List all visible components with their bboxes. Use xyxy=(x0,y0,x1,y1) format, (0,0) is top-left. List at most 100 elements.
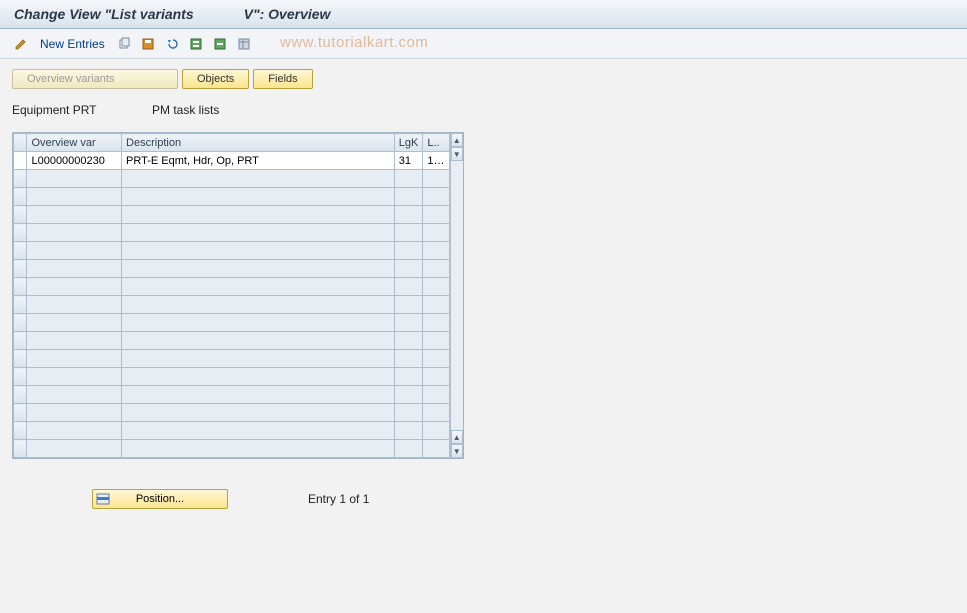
row-selector[interactable] xyxy=(14,296,27,314)
scroll-down-icon[interactable]: ▼ xyxy=(451,444,464,458)
cell-overview-var[interactable] xyxy=(27,422,122,440)
cell-l[interactable] xyxy=(423,386,449,404)
cell-overview-var[interactable] xyxy=(27,224,122,242)
table-vertical-scrollbar[interactable]: ▲ ▼ ▲ ▼ xyxy=(450,133,464,458)
cell-description[interactable] xyxy=(122,440,395,458)
table-row[interactable] xyxy=(14,278,450,296)
cell-lgk[interactable] xyxy=(394,386,423,404)
row-selector[interactable] xyxy=(14,314,27,332)
copy-icon[interactable] xyxy=(115,35,133,53)
cell-overview-var[interactable] xyxy=(27,386,122,404)
undo-icon[interactable] xyxy=(163,35,181,53)
cell-l[interactable] xyxy=(423,404,449,422)
deselect-all-icon[interactable] xyxy=(211,35,229,53)
layout-icon[interactable] xyxy=(235,35,253,53)
cell-overview-var[interactable] xyxy=(27,188,122,206)
cell-overview-var[interactable] xyxy=(27,314,122,332)
scroll-up-step-icon[interactable]: ▲ xyxy=(451,430,464,444)
cell-lgk[interactable] xyxy=(394,224,423,242)
row-selector[interactable] xyxy=(14,386,27,404)
cell-description[interactable] xyxy=(122,170,395,188)
table-row[interactable] xyxy=(14,314,450,332)
row-selector[interactable] xyxy=(14,206,27,224)
cell-l[interactable] xyxy=(423,278,449,296)
cell-description[interactable] xyxy=(122,350,395,368)
cell-description[interactable] xyxy=(122,332,395,350)
table-row[interactable] xyxy=(14,386,450,404)
cell-description[interactable] xyxy=(122,296,395,314)
cell-overview-var[interactable] xyxy=(27,332,122,350)
cell-l[interactable] xyxy=(423,314,449,332)
cell-overview-var[interactable] xyxy=(27,242,122,260)
row-selector[interactable] xyxy=(14,242,27,260)
cell-description[interactable] xyxy=(122,278,395,296)
cell-l[interactable] xyxy=(423,242,449,260)
cell-description[interactable] xyxy=(122,314,395,332)
save-icon[interactable] xyxy=(139,35,157,53)
cell-l[interactable] xyxy=(423,296,449,314)
cell-lgk[interactable] xyxy=(394,296,423,314)
table-row[interactable] xyxy=(14,188,450,206)
cell-description[interactable] xyxy=(122,188,395,206)
cell-overview-var[interactable]: L00000000230 xyxy=(27,152,122,170)
cell-lgk[interactable] xyxy=(394,314,423,332)
cell-lgk[interactable] xyxy=(394,188,423,206)
table-row[interactable] xyxy=(14,350,450,368)
scroll-track[interactable] xyxy=(451,161,464,430)
table-row[interactable] xyxy=(14,206,450,224)
pencil-icon[interactable] xyxy=(12,35,30,53)
table-row[interactable] xyxy=(14,296,450,314)
col-header-overview-var[interactable]: Overview var xyxy=(27,134,122,152)
cell-lgk[interactable] xyxy=(394,242,423,260)
cell-lgk[interactable] xyxy=(394,206,423,224)
cell-overview-var[interactable] xyxy=(27,170,122,188)
scroll-up-icon[interactable]: ▲ xyxy=(451,133,464,147)
row-selector[interactable] xyxy=(14,188,27,206)
cell-l[interactable] xyxy=(423,260,449,278)
table-row[interactable] xyxy=(14,404,450,422)
table-row[interactable] xyxy=(14,422,450,440)
cell-overview-var[interactable] xyxy=(27,350,122,368)
cell-l[interactable]: 1… xyxy=(423,152,449,170)
cell-l[interactable] xyxy=(423,350,449,368)
table-row[interactable] xyxy=(14,224,450,242)
cell-overview-var[interactable] xyxy=(27,260,122,278)
table-row[interactable] xyxy=(14,170,450,188)
select-all-icon[interactable] xyxy=(187,35,205,53)
col-header-description[interactable]: Description xyxy=(122,134,395,152)
cell-overview-var[interactable] xyxy=(27,296,122,314)
cell-description[interactable] xyxy=(122,368,395,386)
table-row[interactable]: L00000000230PRT-E Eqmt, Hdr, Op, PRT311… xyxy=(14,152,450,170)
cell-l[interactable] xyxy=(423,206,449,224)
row-selector[interactable] xyxy=(14,440,27,458)
table-row[interactable] xyxy=(14,242,450,260)
cell-lgk[interactable] xyxy=(394,350,423,368)
col-header-l[interactable]: L.. xyxy=(423,134,449,152)
cell-l[interactable] xyxy=(423,422,449,440)
table-row[interactable] xyxy=(14,368,450,386)
cell-lgk[interactable] xyxy=(394,422,423,440)
cell-description[interactable] xyxy=(122,206,395,224)
row-selector[interactable] xyxy=(14,152,27,170)
cell-lgk[interactable] xyxy=(394,440,423,458)
row-selector[interactable] xyxy=(14,224,27,242)
cell-overview-var[interactable] xyxy=(27,404,122,422)
cell-description[interactable] xyxy=(122,404,395,422)
table-corner[interactable] xyxy=(14,134,27,152)
cell-l[interactable] xyxy=(423,224,449,242)
row-selector[interactable] xyxy=(14,422,27,440)
table-row[interactable] xyxy=(14,440,450,458)
table-row[interactable] xyxy=(14,260,450,278)
cell-overview-var[interactable] xyxy=(27,440,122,458)
cell-lgk[interactable] xyxy=(394,260,423,278)
cell-description[interactable] xyxy=(122,260,395,278)
new-entries-button[interactable]: New Entries xyxy=(40,37,105,51)
cell-lgk[interactable] xyxy=(394,278,423,296)
row-selector[interactable] xyxy=(14,332,27,350)
row-selector[interactable] xyxy=(14,170,27,188)
scroll-down-step-icon[interactable]: ▼ xyxy=(451,147,464,161)
cell-overview-var[interactable] xyxy=(27,278,122,296)
cell-l[interactable] xyxy=(423,440,449,458)
cell-lgk[interactable]: 31 xyxy=(394,152,423,170)
cell-overview-var[interactable] xyxy=(27,206,122,224)
